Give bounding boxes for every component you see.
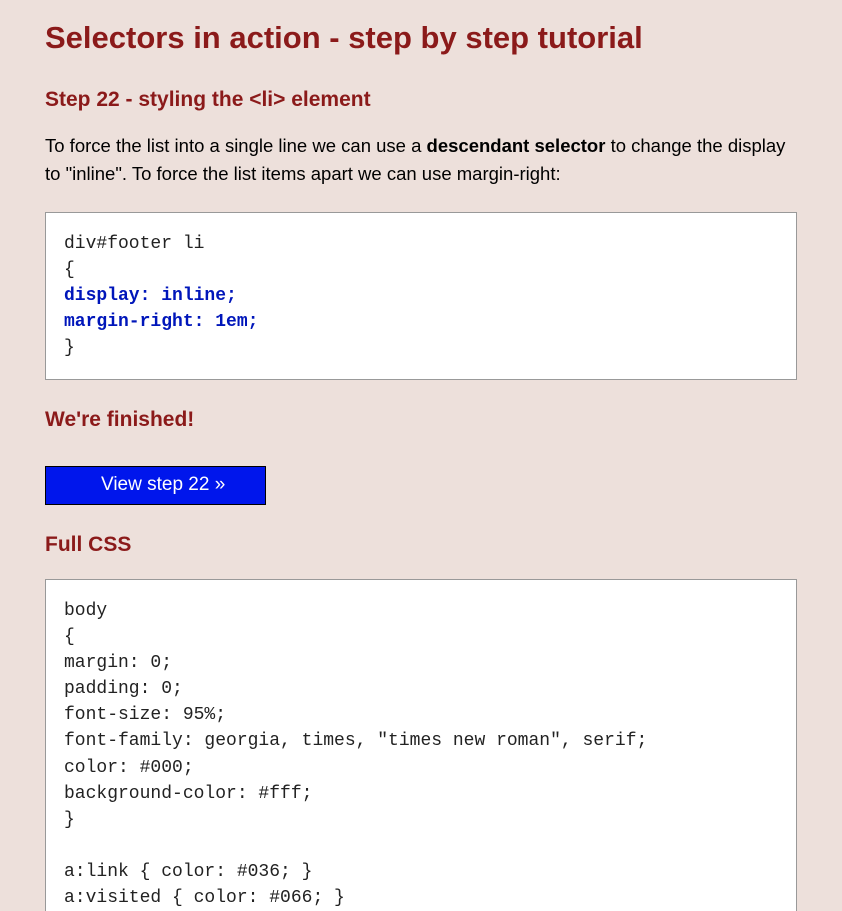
intro-bold: descendant selector [427, 135, 606, 156]
finished-heading: We're finished! [45, 408, 797, 432]
code-line: { [64, 260, 75, 280]
code-highlight: margin-right: 1em; [64, 312, 258, 332]
code-line: } [64, 338, 75, 358]
intro-text-1: To force the list into a single line we … [45, 135, 427, 156]
step-heading: Step 22 - styling the <li> element [45, 88, 797, 112]
code-example-full: body { margin: 0; padding: 0; font-size:… [45, 579, 797, 911]
code-highlight: display: inline; [64, 286, 237, 306]
code-example-1: div#footer li { display: inline; margin-… [45, 212, 797, 380]
intro-paragraph: To force the list into a single line we … [45, 132, 797, 188]
page-title: Selectors in action - step by step tutor… [45, 20, 797, 56]
full-css-heading: Full CSS [45, 533, 797, 557]
code-line: div#footer li [64, 234, 204, 254]
view-step-button[interactable]: View step 22 » [45, 466, 266, 505]
